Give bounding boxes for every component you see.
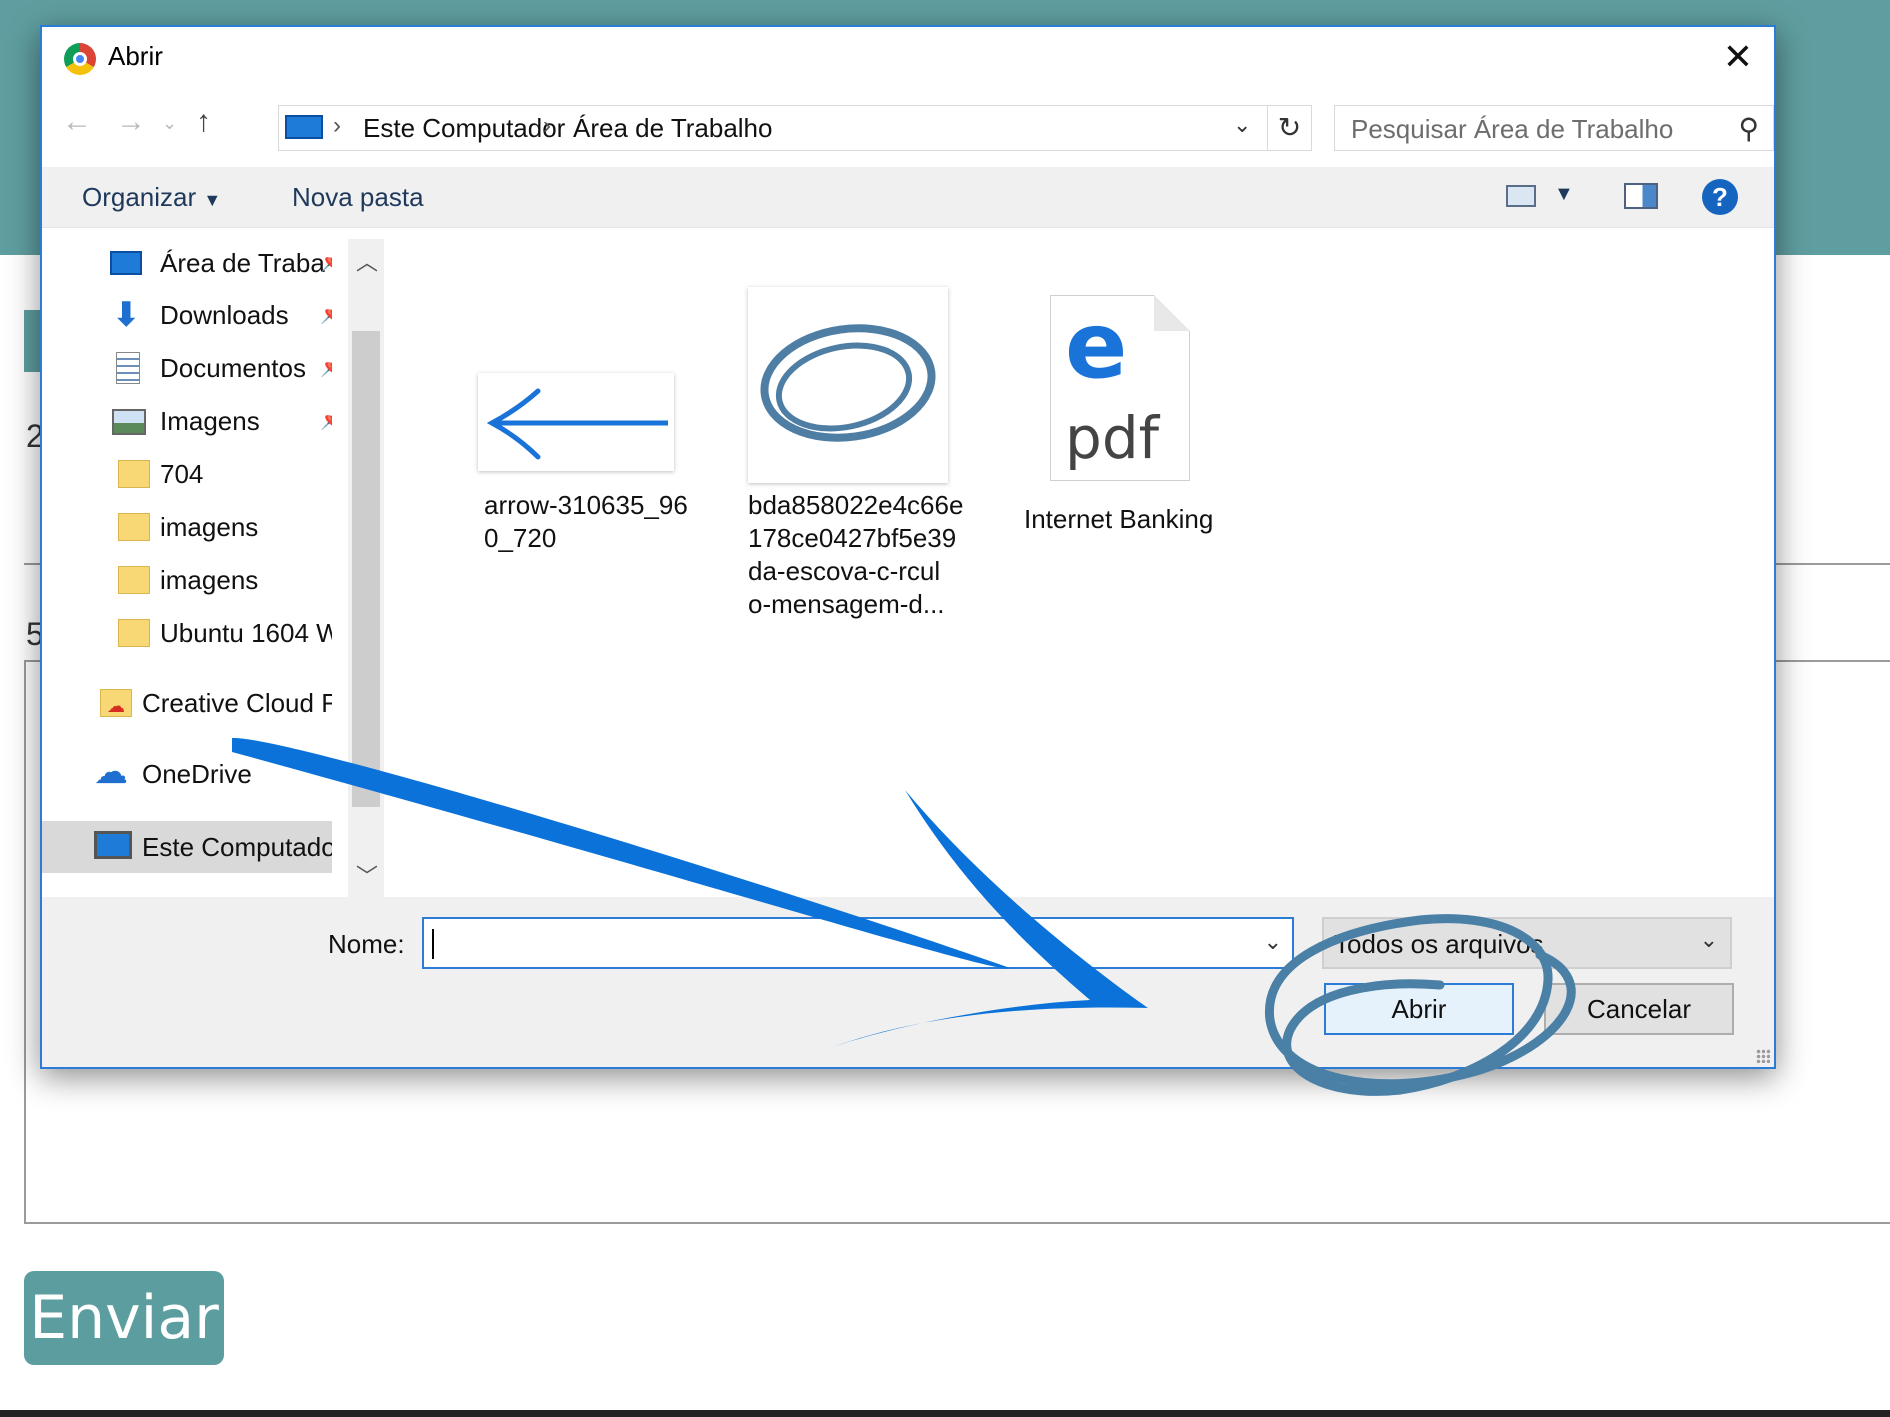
name-label: Nome:	[328, 929, 405, 959]
open-file-dialog: Abrir ✕ ← → ⌄ ↑ › Este Computador › Área…	[40, 25, 1776, 1069]
sidebar-item-area-de-trabalho[interactable]: Área de Traba 📌	[42, 239, 332, 287]
sidebar-item-label: Este Computador	[142, 832, 332, 862]
sidebar-item-imagens-folder[interactable]: imagens	[42, 503, 332, 551]
creative-cloud-folder-icon: ☁	[100, 689, 132, 717]
computer-icon	[94, 831, 132, 859]
enviar-button[interactable]: Enviar	[24, 1271, 224, 1365]
pictures-icon	[112, 409, 146, 435]
file-name: bda858022e4c66e 178ce0427bf5e39 da-escov…	[748, 490, 964, 619]
up-arrow-icon[interactable]: ↑	[196, 105, 211, 139]
file-name: arrow-310635_96 0_720	[484, 490, 688, 553]
sidebar-item-onedrive[interactable]: ☁ OneDrive	[42, 750, 332, 798]
chevron-down-icon[interactable]: ⌄	[1233, 112, 1251, 138]
back-arrow-icon[interactable]: ←	[62, 105, 92, 139]
sidebar-item-ubuntu[interactable]: Ubuntu 1604 Wa	[42, 609, 332, 657]
arrow-thumbnail	[478, 373, 674, 471]
pin-icon: 📌	[320, 407, 332, 432]
cancel-button[interactable]: Cancelar	[1544, 983, 1734, 1035]
sidebar-item-label: imagens	[160, 565, 259, 595]
folder-icon	[118, 513, 150, 541]
sidebar-item-label: Documentos	[160, 353, 306, 383]
organize-label: Organizar	[82, 182, 197, 212]
sidebar-item-704[interactable]: 704	[42, 450, 332, 498]
dialog-footer: Nome: ⌄ Todos os arquivos ⌄ Abrir Cancel…	[42, 897, 1774, 1067]
dialog-title: Abrir	[108, 41, 163, 71]
sidebar-item-documentos[interactable]: Documentos 📌	[42, 344, 332, 392]
chrome-icon	[64, 43, 96, 75]
sidebar-item-label: Downloads	[160, 300, 289, 330]
pin-icon: 📌	[320, 354, 332, 379]
scroll-up-icon[interactable]: ︿	[356, 245, 378, 277]
chevron-down-icon[interactable]: ⌄	[1700, 927, 1718, 953]
preview-pane-icon[interactable]	[1624, 183, 1658, 209]
sidebar-item-label: Área de Traba	[160, 248, 325, 278]
dialog-toolbar: Organizar ▼ Nova pasta ▼ ?	[42, 167, 1774, 228]
caret-down-icon: ▼	[203, 190, 222, 210]
address-bar[interactable]: › Este Computador › Área de Trabalho ⌄	[278, 105, 1268, 151]
breadcrumb-este-computador[interactable]: Este Computador	[363, 113, 565, 144]
navigation-bar: ← → ⌄ ↑ › Este Computador › Área de Trab…	[42, 99, 1774, 155]
open-button[interactable]: Abrir	[1324, 983, 1514, 1035]
pin-icon: 📌	[320, 301, 332, 326]
sidebar-item-label: Creative Cloud Fil	[142, 688, 332, 718]
sidebar-item-label: OneDrive	[142, 759, 252, 789]
sidebar-item-label: imagens	[160, 512, 259, 542]
scrollbar-thumb[interactable]	[352, 331, 380, 807]
recent-dropdown-icon[interactable]: ⌄	[162, 113, 177, 134]
download-arrow-icon: ⬇	[112, 296, 141, 334]
scroll-down-icon[interactable]: ﹀	[356, 859, 378, 891]
sidebar-item-label: 704	[160, 459, 204, 489]
file-name-input[interactable]: ⌄	[422, 917, 1294, 969]
sidebar-item-downloads[interactable]: ⬇ Downloads 📌	[42, 291, 332, 339]
page-partial-button[interactable]	[24, 310, 40, 372]
pin-icon: 📌	[320, 249, 332, 274]
text-caret	[432, 929, 434, 959]
view-dropdown-icon[interactable]: ▼	[1554, 183, 1574, 206]
help-icon[interactable]: ?	[1702, 179, 1738, 215]
folder-icon	[118, 460, 150, 488]
resize-grip-icon[interactable]	[1756, 1049, 1770, 1063]
sidebar-item-label: Ubuntu 1604 Wa	[160, 618, 332, 648]
sidebar-item-este-computador[interactable]: Este Computador	[42, 821, 332, 873]
file-type-select[interactable]: Todos os arquivos ⌄	[1322, 917, 1732, 969]
computer-icon	[285, 115, 323, 139]
circle-scribble-thumbnail	[748, 287, 948, 483]
chevron-down-icon[interactable]: ⌄	[1264, 929, 1282, 955]
search-icon[interactable]: ⚲	[1738, 112, 1759, 145]
refresh-icon[interactable]: ↻	[1268, 105, 1312, 151]
folder-icon	[118, 566, 150, 594]
pdf-label: pdf	[1065, 404, 1160, 472]
breadcrumb-separator-icon[interactable]: ›	[543, 112, 551, 140]
page-bottom-bar	[0, 1410, 1890, 1417]
file-list: arrow-310635_96 0_720 bda858022e4c66e 17…	[384, 239, 1774, 897]
navigation-pane: Área de Traba 📌 ⬇ Downloads 📌 Documentos…	[42, 239, 332, 897]
breadcrumb-area-de-trabalho[interactable]: Área de Trabalho	[573, 113, 772, 144]
file-type-value: Todos os arquivos	[1334, 929, 1544, 959]
folder-icon	[118, 619, 150, 647]
sidebar-scrollbar[interactable]: ︿ ﹀	[348, 239, 384, 897]
dialog-titlebar: Abrir ✕	[42, 27, 1774, 89]
sidebar-item-label: Imagens	[160, 406, 260, 436]
organize-menu[interactable]: Organizar ▼	[82, 182, 221, 213]
breadcrumb-separator-icon[interactable]: ›	[333, 112, 341, 140]
document-icon	[116, 352, 140, 384]
onedrive-cloud-icon: ☁	[94, 753, 128, 791]
sidebar-item-imagens-folder[interactable]: imagens	[42, 556, 332, 604]
desktop-icon	[110, 251, 142, 275]
sidebar-item-imagens[interactable]: Imagens 📌	[42, 397, 332, 445]
search-input[interactable]: Pesquisar Área de Trabalho ⚲	[1334, 105, 1774, 151]
forward-arrow-icon[interactable]: →	[116, 105, 146, 139]
edge-pdf-icon: e pdf	[1050, 295, 1190, 481]
sidebar-item-creative-cloud[interactable]: ☁ Creative Cloud Fil	[42, 679, 332, 727]
view-mode-icon[interactable]	[1506, 185, 1536, 207]
new-folder-button[interactable]: Nova pasta	[292, 182, 424, 213]
file-name: Internet Banking	[1024, 504, 1214, 534]
search-placeholder: Pesquisar Área de Trabalho	[1351, 114, 1674, 144]
close-icon[interactable]: ✕	[1716, 35, 1760, 79]
